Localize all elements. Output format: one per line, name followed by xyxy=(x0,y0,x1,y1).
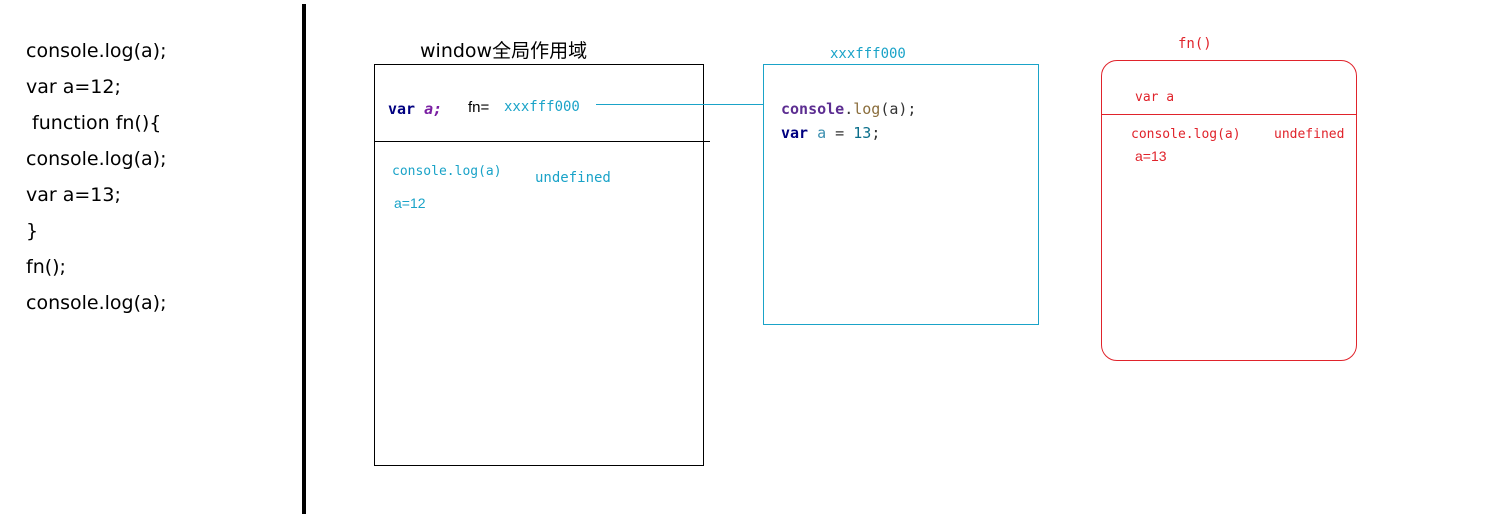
fn-label: fn= xyxy=(468,99,490,116)
fn-address: xxxfff000 xyxy=(504,99,580,115)
code-line: } xyxy=(26,220,39,242)
global-log-result: undefined xyxy=(535,170,611,186)
code-line: var a=13; xyxy=(26,184,121,206)
global-scope-title: window全局作用域 xyxy=(420,40,588,62)
exec-log-result: undefined xyxy=(1274,127,1345,142)
var-keyword: var xyxy=(388,100,416,118)
code-line: function fn(){ xyxy=(26,112,162,134)
global-scope-box xyxy=(374,64,704,466)
global-scope-separator xyxy=(374,141,710,142)
log-token: log xyxy=(853,100,881,118)
console-token: console xyxy=(781,100,845,118)
fn-execution-box xyxy=(1101,60,1357,361)
vertical-divider xyxy=(302,4,306,514)
code-line: console.log(a); xyxy=(26,292,167,314)
value-token: 13 xyxy=(853,124,872,142)
var-token: var xyxy=(781,124,809,142)
global-log-text: console.log(a) xyxy=(392,164,502,179)
fn-execution-separator xyxy=(1101,114,1357,115)
heap-code-line-2: var a = 13; xyxy=(781,124,880,142)
args-token: (a); xyxy=(880,100,917,118)
global-var-declaration: var a; xyxy=(388,100,442,118)
exec-log-text: console.log(a) xyxy=(1131,127,1241,142)
exec-title: fn() xyxy=(1178,36,1212,52)
eq-token: = xyxy=(826,124,854,142)
heap-address: xxxfff000 xyxy=(830,46,906,62)
a-token: a xyxy=(817,124,827,142)
code-line: fn(); xyxy=(26,256,66,278)
var-name: a; xyxy=(424,100,443,118)
exec-declaration: var a xyxy=(1135,90,1175,105)
semicolon-token: ; xyxy=(871,124,881,142)
code-line: var a=12; xyxy=(26,76,121,98)
dot-token: . xyxy=(844,100,854,118)
code-line: console.log(a); xyxy=(26,40,167,62)
heap-code-line-1: console.log(a); xyxy=(781,100,916,118)
reference-arrow-line xyxy=(596,104,764,105)
code-line: console.log(a); xyxy=(26,148,167,170)
global-assignment: a=12 xyxy=(394,195,426,211)
exec-assignment: a=13 xyxy=(1135,148,1167,164)
